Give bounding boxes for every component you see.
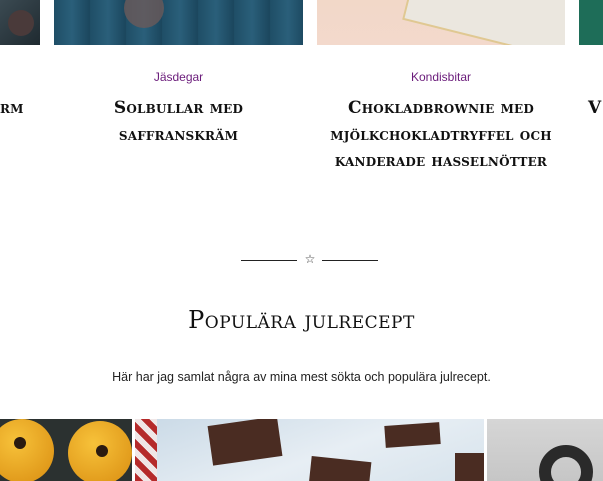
recipe-image-partial[interactable] (487, 419, 603, 481)
card-title-partial-left[interactable]: rm (0, 95, 26, 122)
divider-line-right (322, 260, 378, 261)
recipe-image-brownie[interactable] (135, 419, 484, 481)
card-category-kondisbitar[interactable]: Kondisbitar (317, 70, 565, 84)
card-category-jasdegar[interactable]: Jäsdegar (54, 70, 303, 84)
star-outline-icon: ☆ (304, 252, 316, 266)
section-title: Populära julrecept (188, 306, 415, 334)
card-title-partial-right[interactable]: V (588, 95, 603, 122)
card-image-partial-left[interactable] (0, 0, 40, 45)
card-image-partial-right[interactable] (579, 0, 603, 45)
card-title-solbullar[interactable]: Solbullar med saffranskräm (70, 95, 287, 148)
section-subtitle: Här har jag samlat några av mina mest sö… (112, 370, 491, 384)
card-title-chokladbrownie[interactable]: Chokladbrownie med mjölkchokladtryffel o… (311, 95, 571, 175)
recipe-image-saffron-buns[interactable] (0, 419, 132, 481)
divider-line-left (241, 260, 297, 261)
card-image-chokladbrownie[interactable] (317, 0, 565, 45)
card-image-solbullar[interactable] (54, 0, 303, 45)
